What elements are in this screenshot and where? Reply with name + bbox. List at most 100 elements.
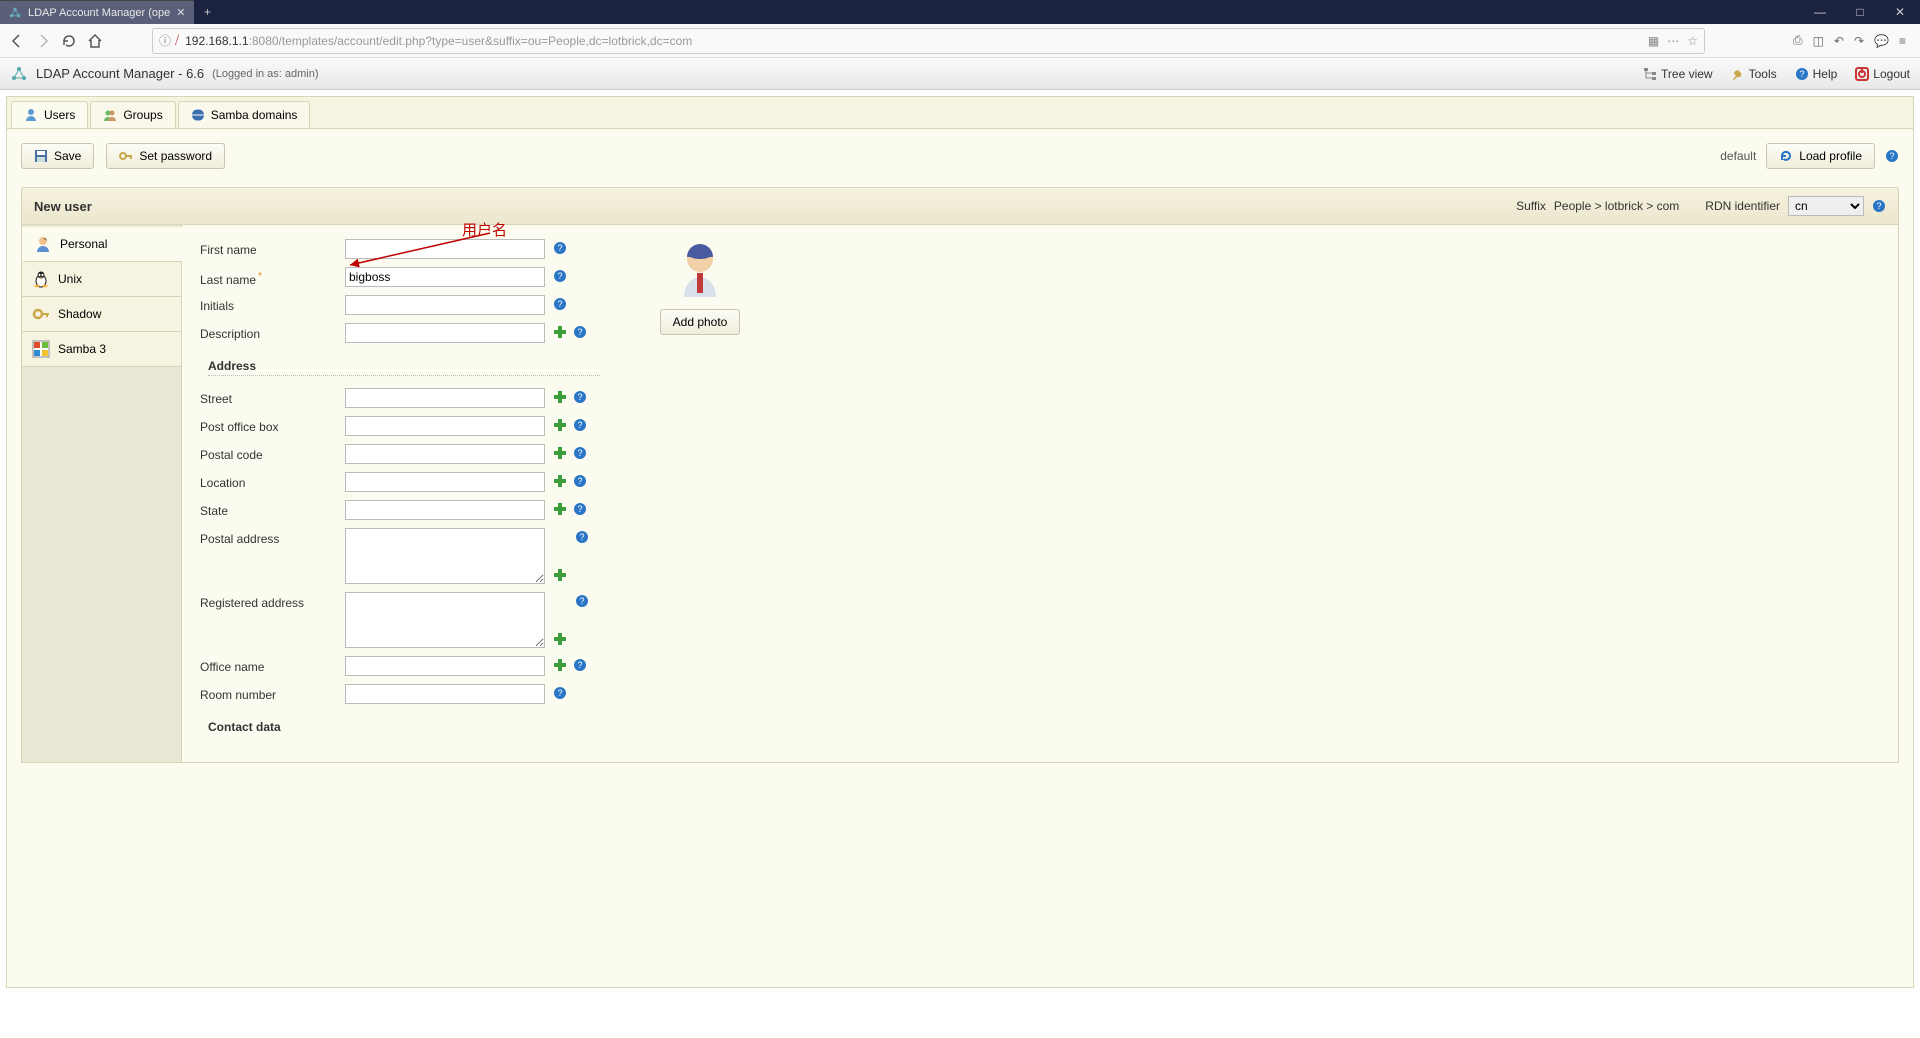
- forward-icon[interactable]: [34, 32, 52, 50]
- add-icon[interactable]: [553, 390, 567, 404]
- help-icon[interactable]: ?: [1885, 149, 1899, 163]
- url-bar[interactable]: ⓘ ⧸ 192.168.1.1:8080/templates/account/e…: [152, 28, 1705, 54]
- tab-samba-domains[interactable]: Samba domains: [178, 101, 311, 128]
- room-number-input[interactable]: [345, 684, 545, 704]
- add-icon[interactable]: [553, 658, 567, 672]
- initials-input[interactable]: [345, 295, 545, 315]
- svg-text:?: ?: [557, 243, 562, 253]
- description-input[interactable]: [345, 323, 545, 343]
- redo-icon[interactable]: ↷: [1854, 34, 1864, 48]
- library-icon[interactable]: ⎙: [1793, 33, 1803, 48]
- tab-users[interactable]: Users: [11, 101, 88, 128]
- street-input[interactable]: [345, 388, 545, 408]
- add-icon[interactable]: [553, 418, 567, 432]
- help-icon[interactable]: ?: [575, 594, 589, 608]
- add-photo-button[interactable]: Add photo: [660, 309, 741, 335]
- postal-code-input[interactable]: [345, 444, 545, 464]
- window-controls: — □ ✕: [1800, 0, 1920, 24]
- required-marker: *: [258, 271, 262, 282]
- tab-groups-label: Groups: [123, 108, 162, 122]
- logout-icon: [1855, 67, 1869, 81]
- key-icon: [119, 149, 133, 163]
- first-name-input[interactable]: [345, 239, 545, 259]
- help-icon[interactable]: ?: [553, 686, 567, 700]
- office-name-input[interactable]: [345, 656, 545, 676]
- svg-text:?: ?: [1876, 201, 1881, 211]
- tools-link[interactable]: Tools: [1731, 67, 1777, 81]
- sidebar-icon[interactable]: ◫: [1813, 34, 1824, 48]
- qr-icon[interactable]: ▦: [1648, 34, 1659, 48]
- default-label: default: [1720, 149, 1756, 163]
- help-icon[interactable]: ?: [553, 241, 567, 255]
- row-office-name: Office name ?: [200, 656, 600, 676]
- location-input[interactable]: [345, 472, 545, 492]
- last-name-input[interactable]: [345, 267, 545, 287]
- svg-text:?: ?: [577, 448, 582, 458]
- reload-icon[interactable]: [60, 32, 78, 50]
- help-icon[interactable]: ?: [553, 269, 567, 283]
- help-icon[interactable]: ?: [573, 325, 587, 339]
- add-icon[interactable]: [553, 632, 567, 646]
- help-icon[interactable]: ?: [573, 390, 587, 404]
- add-icon[interactable]: [553, 446, 567, 460]
- tree-view-label: Tree view: [1661, 67, 1713, 81]
- tab-groups[interactable]: Groups: [90, 101, 175, 128]
- rdn-select[interactable]: cn: [1788, 196, 1864, 216]
- registered-address-textarea[interactable]: [345, 592, 545, 648]
- load-profile-button[interactable]: Load profile: [1766, 143, 1875, 169]
- browser-tab[interactable]: LDAP Account Manager (ope ✕: [0, 0, 194, 24]
- add-icon[interactable]: [553, 502, 567, 516]
- bookmark-icon[interactable]: ☆: [1687, 34, 1698, 48]
- more-icon[interactable]: ⋯: [1667, 34, 1679, 48]
- tab-close-icon[interactable]: ✕: [176, 6, 185, 19]
- window-minimize-icon[interactable]: —: [1800, 0, 1840, 24]
- state-input[interactable]: [345, 500, 545, 520]
- help-icon[interactable]: ?: [575, 530, 589, 544]
- set-password-button[interactable]: Set password: [106, 143, 225, 169]
- state-label: State: [200, 500, 345, 518]
- street-label: Street: [200, 388, 345, 406]
- help-icon[interactable]: ?: [573, 418, 587, 432]
- browser-toolbar: ⓘ ⧸ 192.168.1.1:8080/templates/account/e…: [0, 24, 1920, 58]
- save-label: Save: [54, 149, 81, 163]
- new-tab-button[interactable]: +: [194, 0, 222, 24]
- menu-icon[interactable]: ≡: [1899, 34, 1906, 48]
- side-tab-samba[interactable]: Samba 3: [22, 332, 181, 367]
- tree-view-link[interactable]: Tree view: [1643, 67, 1713, 81]
- wrench-icon: [1731, 67, 1745, 81]
- side-tab-unix-label: Unix: [58, 272, 82, 286]
- help-icon[interactable]: ?: [573, 474, 587, 488]
- side-tab-shadow[interactable]: Shadow: [22, 297, 181, 332]
- svg-text:?: ?: [1889, 151, 1894, 161]
- browser-titlebar: LDAP Account Manager (ope ✕ + — □ ✕: [0, 0, 1920, 24]
- add-icon[interactable]: [553, 325, 567, 339]
- logout-link[interactable]: Logout: [1855, 67, 1910, 81]
- save-button[interactable]: Save: [21, 143, 94, 169]
- group-icon: [103, 108, 117, 122]
- chat-icon[interactable]: 💬: [1874, 34, 1889, 48]
- window-maximize-icon[interactable]: □: [1840, 0, 1880, 24]
- postal-code-label: Postal code: [200, 444, 345, 462]
- undo-icon[interactable]: ↶: [1834, 34, 1844, 48]
- help-icon[interactable]: ?: [573, 658, 587, 672]
- help-icon[interactable]: ?: [1872, 199, 1886, 213]
- home-icon[interactable]: [86, 32, 104, 50]
- help-link[interactable]: ? Help: [1795, 67, 1838, 81]
- add-icon[interactable]: [553, 474, 567, 488]
- url-text: 192.168.1.1:8080/templates/account/edit.…: [185, 34, 1642, 48]
- po-box-label: Post office box: [200, 416, 345, 434]
- linux-icon: [32, 270, 50, 288]
- help-icon[interactable]: ?: [553, 297, 567, 311]
- help-icon[interactable]: ?: [573, 446, 587, 460]
- login-info: (Logged in as: admin): [212, 68, 318, 80]
- window-close-icon[interactable]: ✕: [1880, 0, 1920, 24]
- info-icon[interactable]: ⓘ: [159, 32, 171, 49]
- side-tab-personal[interactable]: Personal: [22, 227, 182, 262]
- po-box-input[interactable]: [345, 416, 545, 436]
- add-icon[interactable]: [553, 568, 567, 582]
- side-tab-unix[interactable]: Unix: [22, 262, 181, 297]
- postal-address-textarea[interactable]: [345, 528, 545, 584]
- help-icon[interactable]: ?: [573, 502, 587, 516]
- back-icon[interactable]: [8, 32, 26, 50]
- row-description: Description ?: [200, 323, 600, 343]
